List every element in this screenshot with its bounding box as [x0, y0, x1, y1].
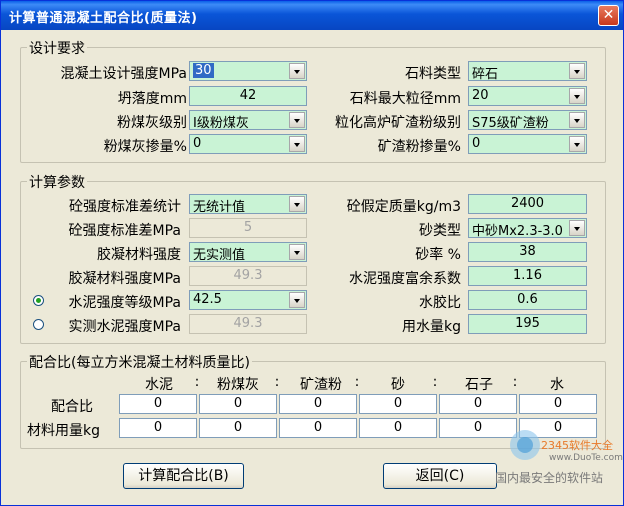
slag-dosage-label: 矿渣粉掺量% [377, 139, 461, 155]
ratio-cell-stone: 0 [439, 394, 517, 414]
header-cement: 水泥 [145, 377, 173, 393]
slag-grade-label: 粒化高炉矿渣粉级别 [335, 115, 461, 131]
cement-grade-label: 水泥强度等级MPa [68, 295, 181, 311]
max-size-select[interactable]: 20 [468, 86, 587, 106]
chevron-down-icon[interactable] [569, 136, 585, 152]
ratio-label: 配合比 [51, 399, 93, 415]
chevron-down-icon[interactable] [289, 63, 305, 79]
slump-label: 坍落度mm [117, 91, 187, 107]
measured-label: 实测水泥强度MPa [68, 319, 181, 335]
chevron-down-icon[interactable] [289, 244, 305, 260]
water-input[interactable]: 195 [468, 314, 587, 334]
chevron-down-icon[interactable] [289, 196, 305, 212]
measured-radio[interactable] [33, 319, 44, 330]
header-sep: : [274, 374, 280, 390]
chevron-down-icon[interactable] [569, 88, 585, 104]
cement-grade-select[interactable]: 42.5 [189, 290, 307, 310]
sand-type-label: 砂类型 [419, 223, 461, 239]
window-title: 计算普通混凝土配合比(质量法) [9, 11, 198, 26]
header-stone: 石子 [465, 377, 493, 393]
slag-dosage-select[interactable]: 0 [468, 134, 587, 154]
binder-strength-label: 胶凝材料强度 [97, 247, 181, 263]
header-sand: 砂 [391, 377, 405, 393]
close-button[interactable]: ✕ [598, 5, 619, 26]
close-icon: ✕ [602, 7, 615, 23]
header-sep: : [432, 374, 438, 390]
measured-input: 49.3 [189, 314, 307, 334]
strength-label: 混凝土设计强度MPa [60, 66, 187, 82]
chevron-down-icon[interactable] [569, 63, 585, 79]
wb-ratio-input[interactable]: 0.6 [468, 290, 587, 310]
watermark-slogan: 国内最安全的软件站 [495, 471, 604, 485]
std-dev-input: 5 [189, 218, 307, 238]
stone-type-label: 石料类型 [405, 66, 461, 82]
title-bar[interactable]: 计算普通混凝土配合比(质量法) ✕ [1, 1, 623, 30]
chevron-down-icon[interactable] [289, 136, 305, 152]
params-legend: 计算参数 [27, 172, 87, 192]
header-slag: 矿渣粉 [300, 377, 342, 393]
calc-button[interactable]: 计算配合比(B) [123, 463, 244, 489]
sand-ratio-input[interactable]: 38 [468, 242, 587, 262]
header-water: 水 [550, 377, 564, 393]
header-flyash: 粉煤灰 [217, 377, 259, 393]
chevron-down-icon[interactable] [569, 220, 585, 236]
cement-grade-radio[interactable] [33, 295, 44, 306]
cement-coef-input[interactable]: 1.16 [468, 266, 587, 286]
flyash-grade-label: 粉煤灰级别 [117, 115, 187, 131]
assumed-mass-input[interactable]: 2400 [468, 194, 587, 214]
sand-ratio-label: 砂率 % [415, 247, 461, 263]
ratio-cell-cement: 0 [119, 394, 197, 414]
ratio-cell-flyash: 0 [199, 394, 277, 414]
usage-cell-flyash: 0 [199, 418, 277, 438]
design-legend: 设计要求 [27, 38, 87, 58]
dialog-window: 计算普通混凝土配合比(质量法) ✕ 设计要求 混凝土设计强度MPa 30 石料类… [0, 0, 624, 506]
usage-cell-sand: 0 [359, 418, 437, 438]
binder-strength-select[interactable]: 无实测值 [189, 242, 307, 263]
binder-mpa-input: 49.3 [189, 266, 307, 286]
usage-cell-slag: 0 [279, 418, 357, 438]
mix-legend: 配合比(每立方米混凝土材料质量比) [27, 352, 252, 372]
cement-coef-label: 水泥强度富余系数 [349, 271, 461, 287]
std-dev-label: 砼强度标准差MPa [68, 223, 181, 239]
chevron-down-icon[interactable] [569, 112, 585, 128]
ratio-cell-slag: 0 [279, 394, 357, 414]
watermark-logo-icon [510, 430, 540, 460]
watermark-badge: 2345软件大全 [541, 439, 613, 452]
flyash-grade-select[interactable]: Ⅰ级粉煤灰 [189, 110, 307, 131]
chevron-down-icon[interactable] [289, 292, 305, 308]
binder-mpa-label: 胶凝材料强度MPa [68, 271, 181, 287]
slump-input[interactable]: 42 [189, 86, 307, 106]
sand-type-select[interactable]: 中砂Mx2.3-3.0 [468, 218, 587, 239]
usage-cell-cement: 0 [119, 418, 197, 438]
flyash-dosage-label: 粉煤灰掺量% [103, 139, 187, 155]
water-label: 用水量kg [402, 319, 461, 335]
wb-ratio-label: 水胶比 [419, 295, 461, 311]
ratio-cell-water: 0 [519, 394, 597, 414]
stone-type-select[interactable]: 碎石 [468, 61, 587, 82]
max-size-label: 石料最大粒径mm [349, 91, 461, 107]
assumed-mass-label: 砼假定质量kg/m3 [346, 199, 461, 215]
std-stat-select[interactable]: 无统计值 [189, 194, 307, 215]
usage-label: 材料用量kg [27, 423, 100, 439]
flyash-dosage-select[interactable]: 0 [189, 134, 307, 154]
back-button[interactable]: 返回(C) [383, 463, 497, 489]
strength-select[interactable]: 30 [189, 61, 307, 81]
watermark-site: www.DuoTe.com [549, 453, 623, 463]
std-stat-label: 砼强度标准差统计 [69, 199, 181, 215]
ratio-cell-sand: 0 [359, 394, 437, 414]
slag-grade-select[interactable]: S75级矿渣粉 [468, 110, 587, 131]
